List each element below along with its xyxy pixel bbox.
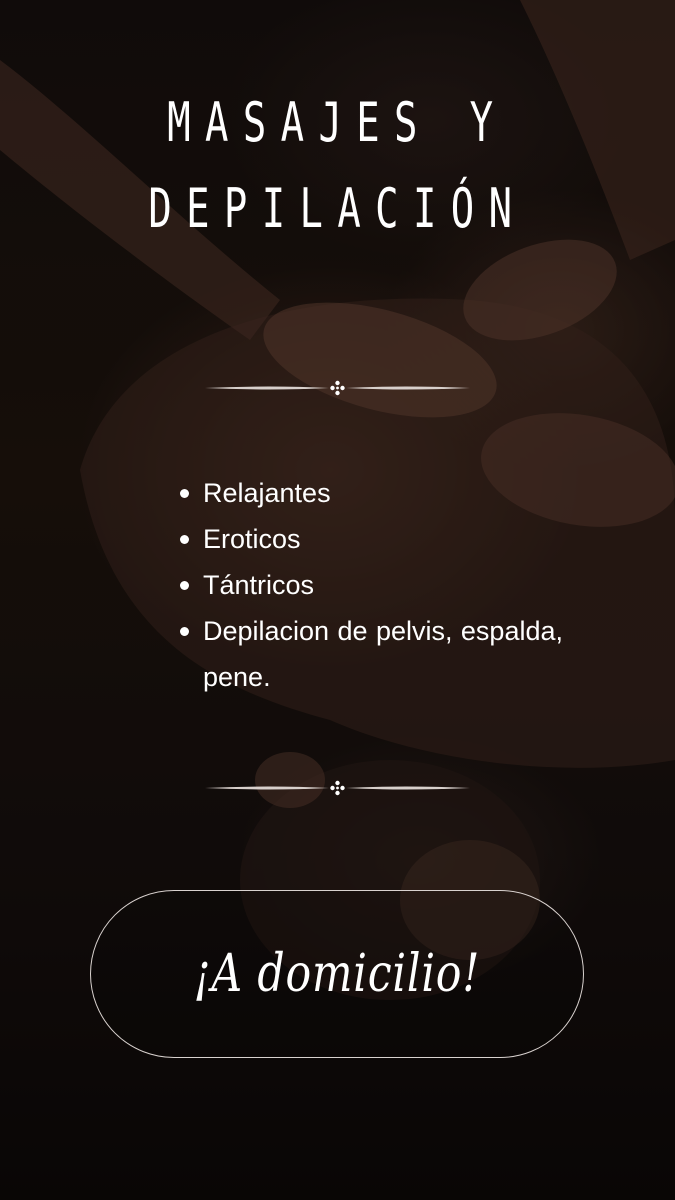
list-item: Relajantes: [178, 470, 563, 516]
poster: Masajes y Depilación Relajantes Eroticos…: [0, 0, 675, 1200]
service-label: Eroticos: [203, 524, 301, 554]
service-label: Depilacion de pelvis, espalda, pene.: [203, 616, 563, 692]
bullet-icon: [180, 627, 189, 636]
page-title: Masajes y Depilación: [94, 80, 580, 252]
title-line-2: Depilación: [148, 177, 527, 240]
home-service-button[interactable]: ¡A domicilio!: [90, 890, 584, 1058]
list-item: Eroticos: [178, 516, 563, 562]
bullet-icon: [180, 535, 189, 544]
services-list: Relajantes Eroticos Tántricos Depilacion…: [178, 470, 563, 700]
home-service-label: ¡A domicilio!: [193, 944, 481, 1004]
bullet-icon: [180, 581, 189, 590]
list-item: Tántricos: [178, 562, 563, 608]
bullet-icon: [180, 489, 189, 498]
title-line-1: Masajes y: [167, 91, 508, 154]
ornamental-divider-bottom: [205, 780, 470, 796]
service-label: Tántricos: [203, 570, 315, 600]
ornamental-divider-top: [205, 380, 470, 396]
list-item: Depilacion de pelvis, espalda, pene.: [178, 608, 563, 700]
service-label: Relajantes: [203, 478, 331, 508]
